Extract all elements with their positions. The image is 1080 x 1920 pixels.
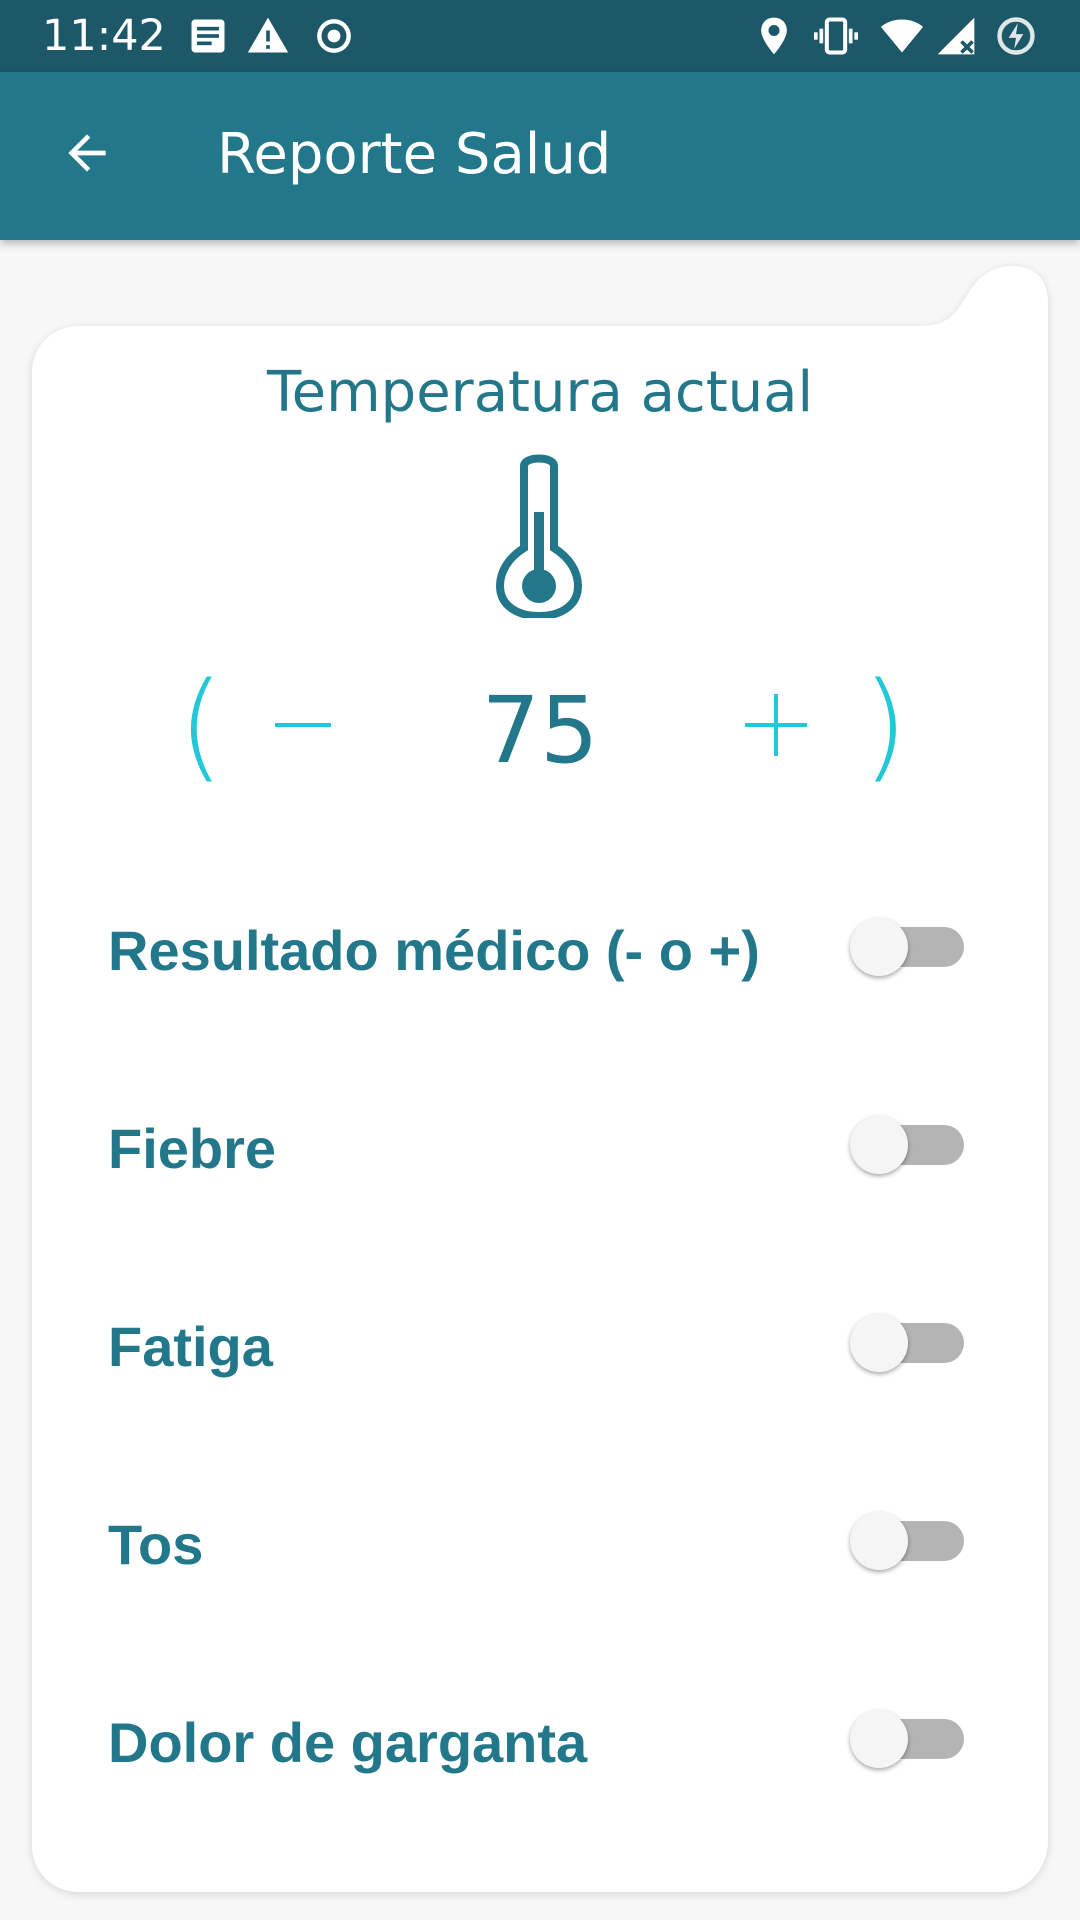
plus-icon	[745, 694, 807, 756]
back-button[interactable]	[52, 118, 122, 188]
warning-icon	[247, 17, 289, 53]
symptom-label-sore-throat: Dolor de garganta	[108, 1711, 588, 1774]
close-paren: )	[862, 656, 909, 794]
notes-icon	[191, 19, 225, 53]
toggle-sore-throat[interactable]	[850, 1708, 966, 1770]
decrease-temperature-button[interactable]	[262, 685, 342, 765]
toggle-fatigue[interactable]	[850, 1312, 966, 1374]
open-paren: (	[178, 656, 225, 794]
radio-icon	[317, 19, 351, 53]
symptom-label-cough: Tos	[108, 1513, 204, 1576]
symptom-label-fever: Fiebre	[108, 1117, 277, 1180]
location-icon	[761, 17, 787, 55]
toggle-thumb	[850, 1710, 908, 1768]
toggle-thumb	[850, 1314, 908, 1372]
toggle-fever[interactable]	[850, 1114, 966, 1176]
toggle-medical-result[interactable]	[850, 916, 966, 978]
page-title: Reporte Salud	[217, 122, 612, 187]
status-bar: 11:42	[0, 0, 1080, 72]
wifi-icon	[880, 19, 924, 53]
toggle-thumb	[850, 918, 908, 976]
thermometer-icon	[496, 454, 582, 618]
signal-icon	[937, 17, 975, 55]
increase-temperature-button[interactable]	[736, 685, 816, 765]
symptom-label-medical-result: Resultado médico (- o +)	[108, 919, 760, 982]
status-time: 11:42	[42, 11, 166, 61]
toggle-thumb	[850, 1512, 908, 1570]
symptom-label-fatigue: Fatiga	[108, 1315, 273, 1378]
toggle-thumb	[850, 1116, 908, 1174]
toggle-cough[interactable]	[850, 1510, 966, 1572]
minus-icon	[275, 723, 331, 727]
arrow-back-icon	[68, 134, 106, 172]
vibrate-icon	[814, 17, 858, 55]
temperature-title: Temperatura actual	[266, 360, 814, 425]
temperature-value: 75	[481, 677, 599, 784]
battery-saver-icon	[997, 17, 1035, 55]
app-bar: Reporte Salud	[0, 72, 1080, 240]
